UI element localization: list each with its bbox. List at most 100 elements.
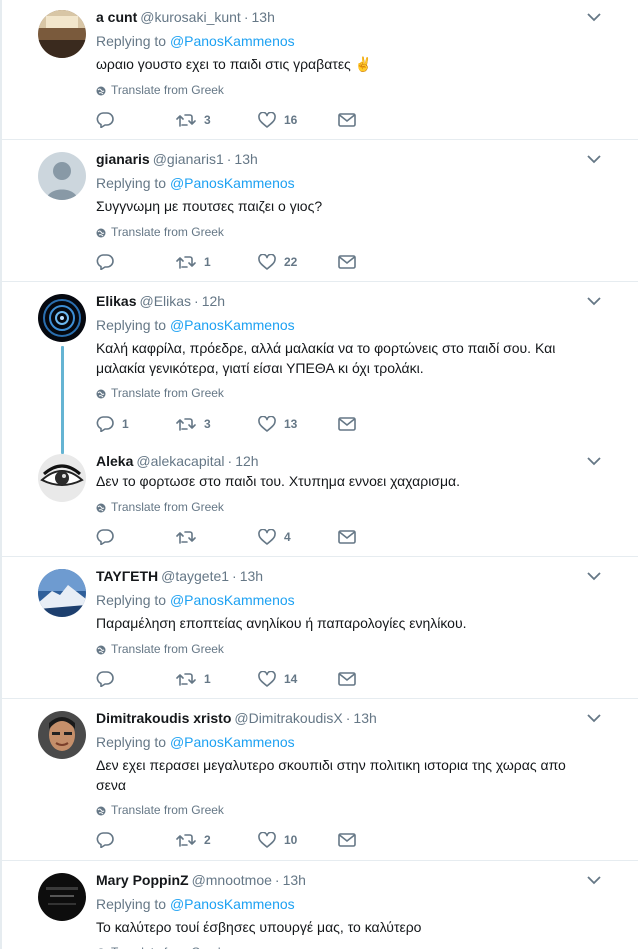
tweet[interactable]: gianaris @gianaris1 · 13h Replying to @Pano… <box>0 140 638 282</box>
translate-label[interactable]: Translate from Greek <box>111 945 224 949</box>
mention-link[interactable]: @PanosKammenos <box>170 592 295 608</box>
retweet-button[interactable]: 2 <box>176 830 211 850</box>
direct-message-button[interactable] <box>338 669 356 689</box>
translate-link[interactable]: Translate from Greek <box>96 224 224 240</box>
retweet-button[interactable]: 3 <box>176 110 211 130</box>
globe-icon <box>96 228 106 238</box>
mention-link[interactable]: @PanosKammenos <box>170 175 295 191</box>
translate-link[interactable]: Translate from Greek <box>96 82 224 98</box>
reply-icon <box>96 112 114 128</box>
like-button[interactable]: 14 <box>258 669 297 689</box>
translate-label[interactable]: Translate from Greek <box>111 500 224 514</box>
user-handle[interactable]: @alekacapital <box>136 453 224 469</box>
retweet-button[interactable]: 3 <box>176 414 211 434</box>
translate-link[interactable]: Translate from Greek <box>96 641 224 657</box>
timestamp[interactable]: 13h <box>252 9 275 25</box>
tweet-header: a cunt @kurosaki_kunt · 13h <box>96 8 275 26</box>
user-handle[interactable]: @gianaris1 <box>153 151 224 167</box>
direct-message-button[interactable] <box>338 110 356 130</box>
chevron-down-icon[interactable] <box>586 874 602 886</box>
like-button[interactable]: 13 <box>258 414 297 434</box>
like-button[interactable]: 10 <box>258 830 297 850</box>
reply-icon <box>96 254 114 270</box>
tweet[interactable]: a cunt @kurosaki_kunt · 13h Replying to @Pa… <box>0 0 638 140</box>
globe-icon <box>96 806 106 816</box>
like-button[interactable]: 22 <box>258 252 297 272</box>
avatar[interactable] <box>38 569 86 617</box>
translate-link[interactable]: Translate from Greek <box>96 385 224 401</box>
display-name[interactable]: Elikas <box>96 293 136 309</box>
user-handle[interactable]: @kurosaki_kunt <box>140 9 241 25</box>
display-name[interactable]: Aleka <box>96 453 133 469</box>
timestamp[interactable]: 13h <box>234 151 257 167</box>
display-name[interactable]: Dimitrakoudis xristo <box>96 710 231 726</box>
chevron-down-icon[interactable] <box>586 455 602 467</box>
translate-label[interactable]: Translate from Greek <box>111 225 224 239</box>
avatar[interactable] <box>38 294 86 342</box>
timestamp[interactable]: 12h <box>202 293 225 309</box>
reply-button[interactable] <box>96 669 122 689</box>
reply-button[interactable]: 1 <box>96 414 129 434</box>
translate-link[interactable]: Translate from Greek <box>96 802 224 818</box>
translate-link[interactable]: Translate from Greek <box>96 944 224 949</box>
user-handle[interactable]: @DimitrakoudisX <box>234 710 342 726</box>
like-count: 4 <box>284 530 291 544</box>
timestamp[interactable]: 13h <box>240 568 263 584</box>
timestamp[interactable]: 13h <box>283 872 306 888</box>
chevron-down-icon[interactable] <box>586 11 602 23</box>
display-name[interactable]: Mary PoppinZ <box>96 872 189 888</box>
user-handle[interactable]: @mnootmoe <box>192 872 272 888</box>
direct-message-button[interactable] <box>338 414 356 434</box>
mention-link[interactable]: @PanosKammenos <box>170 317 295 333</box>
timestamp[interactable]: 12h <box>235 453 258 469</box>
globe-icon <box>96 389 106 399</box>
chevron-down-icon[interactable] <box>586 153 602 165</box>
avatar[interactable] <box>38 152 86 200</box>
user-handle[interactable]: @Elikas <box>139 293 191 309</box>
like-button[interactable]: 16 <box>258 110 297 130</box>
avatar[interactable] <box>38 10 86 58</box>
retweet-icon <box>176 531 196 544</box>
mention-link[interactable]: @PanosKammenos <box>170 896 295 912</box>
chevron-down-icon[interactable] <box>586 570 602 582</box>
chevron-down-icon[interactable] <box>586 712 602 724</box>
reply-button[interactable] <box>96 830 122 850</box>
retweet-button[interactable]: 1 <box>176 252 211 272</box>
user-handle[interactable]: @taygete1 <box>161 568 229 584</box>
direct-message-button[interactable] <box>338 830 356 850</box>
tweet[interactable]: Dimitrakoudis xristo @DimitrakoudisX · 13h … <box>0 699 638 861</box>
translate-label[interactable]: Translate from Greek <box>111 642 224 656</box>
reply-button[interactable] <box>96 110 122 130</box>
translate-label[interactable]: Translate from Greek <box>111 803 224 817</box>
translate-label[interactable]: Translate from Greek <box>111 83 224 97</box>
avatar[interactable] <box>38 711 86 759</box>
display-name[interactable]: a cunt <box>96 9 137 25</box>
chevron-down-icon[interactable] <box>586 295 602 307</box>
avatar[interactable] <box>38 454 86 502</box>
display-name[interactable]: gianaris <box>96 151 150 167</box>
reply-button[interactable] <box>96 527 122 547</box>
timestamp[interactable]: 13h <box>353 710 376 726</box>
like-button[interactable]: 4 <box>258 527 291 547</box>
tweet[interactable]: Mary PoppinZ @mnootmoe · 13h Replying to @P… <box>0 861 638 949</box>
translate-label[interactable]: Translate from Greek <box>111 386 224 400</box>
display-name[interactable]: ΤΑΥΓΕΤΗ <box>96 568 158 584</box>
tweet-header: Mary PoppinZ @mnootmoe · 13h <box>96 871 306 889</box>
retweet-button[interactable]: 1 <box>176 669 211 689</box>
avatar[interactable] <box>38 873 86 921</box>
globe-icon <box>96 86 106 96</box>
tweet-actions: 2 10 <box>96 830 396 850</box>
direct-message-button[interactable] <box>338 252 356 272</box>
direct-message-button[interactable] <box>338 527 356 547</box>
globe-icon <box>96 645 106 655</box>
tweet[interactable]: Aleka @alekacapital · 12h Δεν το φορτωσε στ… <box>0 444 638 557</box>
tweet-text: Δεν εχει περασει μεγαλυτερο σκουπιδι στη… <box>96 757 566 793</box>
mention-link[interactable]: @PanosKammenos <box>170 734 295 750</box>
tweet[interactable]: ΤΑΥΓΕΤΗ @taygete1 · 13h Replying to @PanosK… <box>0 557 638 699</box>
reply-button[interactable] <box>96 252 122 272</box>
mention-link[interactable]: @PanosKammenos <box>170 33 295 49</box>
tweet[interactable]: Elikas @Elikas · 12h Replying to @PanosKamm… <box>0 282 638 454</box>
translate-link[interactable]: Translate from Greek <box>96 499 224 515</box>
retweet-button[interactable] <box>176 527 204 547</box>
retweet-icon <box>176 834 196 847</box>
